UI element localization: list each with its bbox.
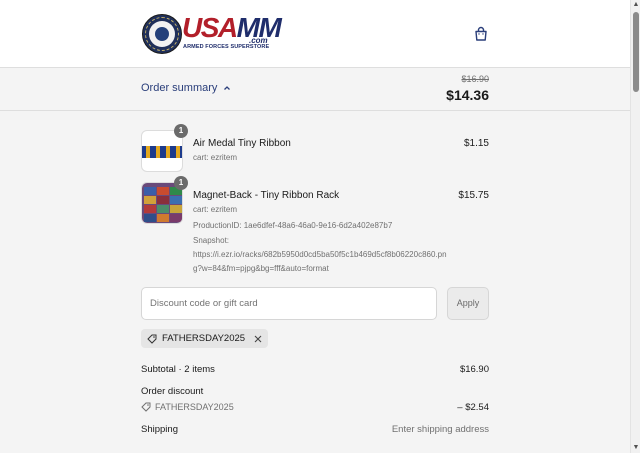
apply-button[interactable]: Apply: [447, 287, 489, 320]
quantity-badge: 1: [174, 124, 188, 138]
usamm-logo[interactable]: USAMM .com ARMED FORCES SUPERSTORE: [142, 13, 282, 54]
line-item: 1 Magnet-Back - Tiny Ribbon Rack cart: e…: [141, 176, 489, 273]
order-summary-label: Order summary: [141, 82, 218, 94]
subtotal-row: Subtotal · 2 items $16.90: [141, 364, 489, 375]
order-discount-label: Order discount: [141, 386, 204, 397]
discount-code-row: FATHERSDAY2025 – $2.54: [141, 402, 489, 413]
scrollbar-thumb[interactable]: [633, 12, 639, 92]
order-summary-toggle[interactable]: Order summary: [141, 82, 231, 94]
line-item: 1 Air Medal Tiny Ribbon cart: ezritem $1…: [141, 124, 489, 174]
quantity-badge: 1: [174, 176, 188, 190]
shopping-bag-icon[interactable]: [473, 26, 489, 42]
total-price: $14.36: [446, 87, 489, 103]
shipping-value: Enter shipping address: [391, 424, 489, 435]
snapshot-url: https://i.ezr.io/racks/682b5950d0cd5ba50…: [193, 250, 447, 259]
seal-icon: [142, 14, 182, 54]
item-name: Air Medal Tiny Ribbon: [193, 138, 291, 149]
subtotal-value: $16.90: [459, 364, 489, 375]
site-header: USAMM .com ARMED FORCES SUPERSTORE: [0, 0, 630, 68]
scroll-up-arrow-icon[interactable]: ▲: [632, 0, 640, 10]
order-summary-bar: Order summary $16.90 $14.36: [0, 68, 630, 111]
chevron-up-icon: [224, 86, 231, 90]
scrollbar[interactable]: ▲ ▼: [630, 0, 640, 453]
item-cart: cart: ezritem: [193, 205, 238, 214]
discount-row: Discount code or gift card Apply: [141, 287, 489, 320]
item-price: $1.15: [463, 138, 489, 149]
close-icon[interactable]: [254, 335, 262, 343]
item-price: $15.75: [458, 190, 489, 201]
snapshot-info: Snapshot: https://i.ezr.io/racks/682b595…: [193, 234, 463, 276]
discount-code-label: FATHERSDAY2025: [141, 402, 489, 412]
snapshot-label: Snapshot:: [193, 236, 230, 245]
logo-tagline: ARMED FORCES SUPERSTORE: [183, 44, 270, 50]
applied-code-text: FATHERSDAY2025: [162, 333, 246, 344]
checkout-page: USAMM .com ARMED FORCES SUPERSTORE Order…: [0, 0, 630, 453]
order-summary-content: 1 Air Medal Tiny Ribbon cart: ezritem $1…: [0, 111, 630, 453]
scroll-down-arrow-icon[interactable]: ▼: [632, 443, 640, 453]
shipping-label: Shipping: [141, 424, 178, 435]
tag-icon: [141, 402, 151, 412]
shipping-row: Shipping Enter shipping address: [141, 424, 489, 435]
item-name: Magnet-Back - Tiny Ribbon Rack: [193, 190, 340, 201]
original-price: $16.90: [461, 74, 489, 84]
discount-code-input[interactable]: Discount code or gift card: [141, 287, 437, 320]
subtotal-label: Subtotal · 2 items: [141, 364, 215, 375]
order-discount-row: Order discount: [141, 386, 489, 397]
applied-code-chip: FATHERSDAY2025: [141, 329, 269, 348]
discount-code-text: FATHERSDAY2025: [155, 402, 234, 412]
discount-value: – $2.54: [457, 402, 489, 413]
snapshot-url-continued: g?w=84&fm=pjpg&bg=fff&auto=format: [193, 264, 329, 273]
tag-icon: [147, 334, 157, 344]
item-cart: cart: ezritem: [193, 153, 238, 162]
production-id: ProductionID: 1ae6dfef-48a6-46a0-9e16-6d…: [193, 221, 393, 230]
